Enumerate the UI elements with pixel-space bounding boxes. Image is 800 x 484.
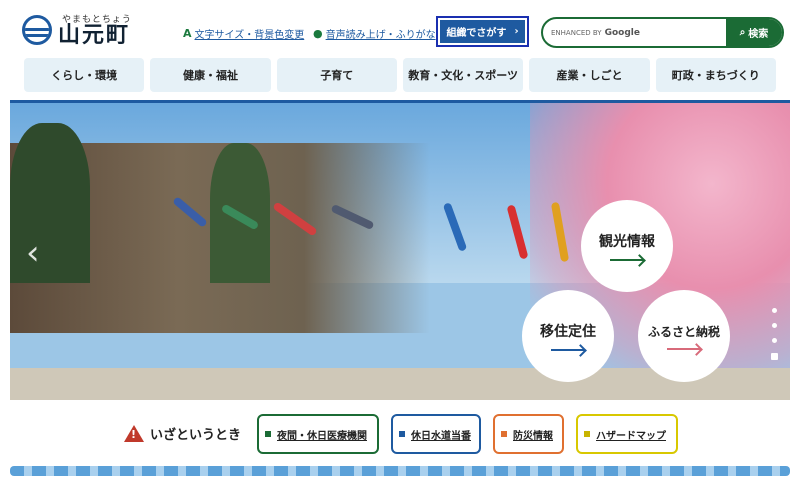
bullet-icon	[584, 431, 590, 437]
holiday-water-duty-link[interactable]: 休日水道当番	[391, 414, 481, 454]
nav-item-town[interactable]: 町政・まちづくり	[655, 58, 776, 92]
arrow-right-icon	[667, 347, 701, 350]
search-input[interactable]: ENHANCED BY Google	[543, 19, 726, 46]
slide-indicators	[771, 308, 778, 360]
bullet-icon	[265, 431, 271, 437]
emergency-title: いざというとき	[124, 424, 241, 443]
hazard-map-link[interactable]: ハザードマップ	[576, 414, 678, 454]
decorative-wave	[10, 466, 790, 476]
site-header: やまもとちょう 山元町 A 文字サイズ・背景色変更 ● 音声読み上げ・ふりがな …	[0, 0, 800, 58]
nav-item-living[interactable]: くらし・環境	[24, 58, 145, 92]
voice-reading-link[interactable]: ● 音声読み上げ・ふりがな	[313, 26, 436, 41]
slide-prev-arrow-icon[interactable]: ‹	[26, 233, 40, 273]
site-search: ENHANCED BY Google ⌕ 検索	[541, 17, 784, 48]
migration-circle-link[interactable]: 移住定住	[522, 290, 614, 382]
org-search-button[interactable]: 組織でさがす ›	[436, 16, 529, 47]
slide-dot[interactable]	[772, 308, 777, 313]
nav-item-childcare[interactable]: 子育て	[276, 58, 397, 92]
slide-pause-icon[interactable]	[771, 353, 778, 360]
nav-item-education[interactable]: 教育・文化・スポーツ	[402, 58, 524, 92]
tourism-circle-link[interactable]: 観光情報	[581, 200, 673, 292]
search-button[interactable]: ⌕ 検索	[726, 19, 782, 46]
logo-name: 山元町	[58, 23, 131, 48]
site-logo[interactable]: やまもとちょう 山元町	[22, 12, 132, 47]
arrow-right-icon	[610, 259, 644, 261]
chevron-right-icon: ›	[514, 26, 519, 37]
arrow-right-icon	[551, 349, 585, 351]
furusato-circle-link[interactable]: ふるさと納税	[638, 290, 730, 382]
night-holiday-medical-link[interactable]: 夜間・休日医療機関	[257, 414, 379, 454]
text-size-link[interactable]: A 文字サイズ・背景色変更	[183, 26, 304, 41]
text-size-icon: A	[183, 27, 192, 40]
warning-icon	[124, 425, 144, 442]
microphone-icon: ●	[313, 27, 323, 40]
disaster-info-link[interactable]: 防災情報	[493, 414, 564, 454]
nav-item-industry[interactable]: 産業・しごと	[529, 58, 650, 92]
slide-dot[interactable]	[772, 338, 777, 343]
emergency-section: いざというとき 夜間・休日医療機関 休日水道当番 防災情報 ハザードマップ	[0, 412, 800, 458]
search-icon: ⌕	[739, 27, 746, 38]
hero-pine	[10, 123, 90, 283]
bullet-icon	[399, 431, 405, 437]
town-emblem-icon	[22, 14, 52, 45]
slide-dot[interactable]	[772, 323, 777, 328]
global-nav: くらし・環境 健康・福祉 子育て 教育・文化・スポーツ 産業・しごと 町政・まち…	[24, 58, 776, 92]
bullet-icon	[501, 431, 507, 437]
hero-slideshow: ‹ 観光情報 移住定住 ふるさと納税	[10, 103, 790, 400]
nav-item-health[interactable]: 健康・福祉	[150, 58, 271, 92]
